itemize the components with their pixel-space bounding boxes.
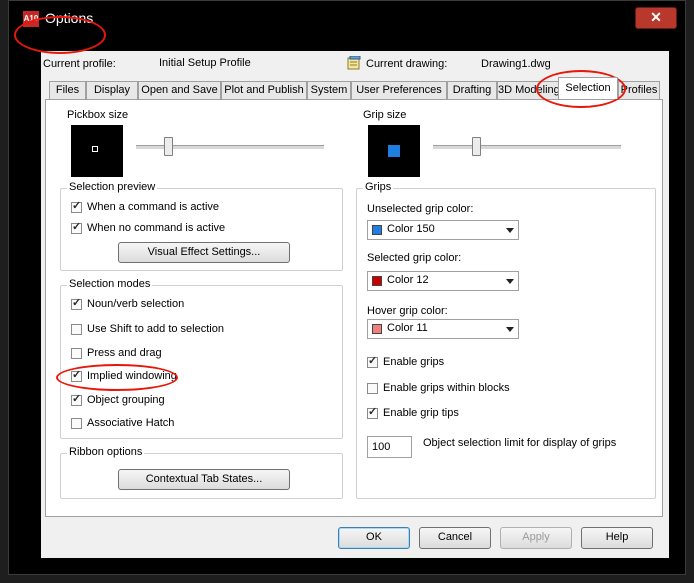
use-shift-checkbox[interactable] — [71, 323, 82, 335]
when-command-active-option[interactable]: When a command is active — [71, 199, 219, 215]
grip-limit-input[interactable]: 100 — [367, 436, 412, 458]
color-150-swatch — [372, 225, 382, 235]
pickbox-slider-thumb[interactable] — [164, 137, 173, 156]
enable-grip-tips-label: Enable grip tips — [383, 407, 459, 419]
when-command-active-label: When a command is active — [87, 201, 220, 213]
associative-hatch-label: Associative Hatch — [87, 417, 175, 429]
selection-preview-group: Selection preview When a command is acti… — [60, 181, 343, 271]
unselected-grip-color-label: Unselected grip color: — [367, 203, 474, 215]
hover-grip-color-label: Hover grip color: — [367, 305, 448, 317]
dialog-client-area: Current profile: Initial Setup Profile C… — [41, 51, 669, 558]
selected-grip-color-dropdown[interactable]: Color 12 — [367, 271, 519, 291]
when-command-active-checkbox[interactable] — [71, 199, 82, 213]
drawing-file-icon — [347, 56, 361, 70]
tab-open-and-save[interactable]: Open and Save — [138, 81, 221, 99]
grip-size-label: Grip size — [363, 109, 407, 121]
selected-grip-color-value: Color 12 — [387, 274, 429, 286]
color-12-swatch — [372, 276, 382, 286]
associative-hatch-checkbox[interactable] — [71, 417, 82, 429]
enable-grips-within-blocks-option[interactable]: Enable grips within blocks — [367, 380, 510, 396]
options-window: A10 Options ✕ Current profile: Initial S… — [8, 0, 686, 575]
selection-preview-title: Selection preview — [67, 181, 158, 193]
tab-plot-and-publish[interactable]: Plot and Publish — [221, 81, 307, 99]
grips-group: Grips Unselected grip color: Color 150 S… — [356, 181, 656, 499]
implied-windowing-checkbox[interactable] — [71, 368, 82, 382]
hover-grip-color-value: Color 11 — [387, 322, 428, 334]
chevron-down-icon — [506, 279, 514, 284]
window-title: Options — [45, 10, 94, 26]
enable-grips-label: Enable grips — [383, 356, 445, 368]
visual-effect-settings-button[interactable]: Visual Effect Settings... — [118, 242, 290, 263]
associative-hatch-option[interactable]: Associative Hatch — [71, 415, 174, 431]
selection-modes-title: Selection modes — [67, 278, 153, 290]
ok-button[interactable]: OK — [338, 527, 410, 549]
object-grouping-option[interactable]: Object grouping — [71, 392, 165, 408]
unselected-grip-color-value: Color 150 — [387, 223, 435, 235]
contextual-tab-states-button[interactable]: Contextual Tab States... — [118, 469, 290, 490]
enable-grips-within-blocks-checkbox[interactable] — [367, 382, 378, 394]
when-no-command-label: When no command is active — [87, 222, 226, 234]
unselected-grip-color-dropdown[interactable]: Color 150 — [367, 220, 519, 240]
chevron-down-icon — [506, 228, 514, 233]
ribbon-options-title: Ribbon options — [67, 446, 145, 458]
when-no-command-option[interactable]: When no command is active — [71, 220, 225, 236]
enable-grips-checkbox[interactable] — [367, 354, 378, 368]
noun-verb-checkbox[interactable] — [71, 296, 82, 310]
pickbox-size-label: Pickbox size — [67, 109, 129, 121]
implied-windowing-option[interactable]: Implied windowing — [71, 368, 177, 384]
help-button[interactable]: Help — [581, 527, 653, 549]
selection-modes-group: Selection modes Noun/verb selection Use … — [60, 278, 343, 439]
cancel-button[interactable]: Cancel — [419, 527, 491, 549]
noun-verb-label: Noun/verb selection — [87, 298, 185, 310]
hover-grip-color-dropdown[interactable]: Color 11 — [367, 319, 519, 339]
current-drawing-value: Drawing1.dwg — [481, 58, 551, 70]
current-drawing-label: Current drawing: — [366, 58, 448, 70]
grips-title: Grips — [363, 181, 394, 193]
object-grouping-checkbox[interactable] — [71, 392, 82, 406]
close-button[interactable]: ✕ — [635, 7, 677, 29]
noun-verb-option[interactable]: Noun/verb selection — [71, 296, 184, 312]
tab-system[interactable]: System — [307, 81, 351, 99]
color-11-swatch — [372, 324, 382, 334]
chevron-down-icon — [506, 327, 514, 332]
pickbox-square-icon — [92, 146, 98, 152]
tab-profiles[interactable]: Profiles — [618, 81, 660, 99]
tab-display[interactable]: Display — [86, 81, 138, 99]
enable-grips-within-blocks-label: Enable grips within blocks — [383, 382, 510, 394]
implied-windowing-label: Implied windowing — [87, 370, 177, 382]
enable-grip-tips-checkbox[interactable] — [367, 405, 378, 419]
tab-user-preferences[interactable]: User Preferences — [351, 81, 447, 99]
tab-selection[interactable]: Selection — [558, 77, 618, 99]
enable-grip-tips-option[interactable]: Enable grip tips — [367, 405, 459, 421]
use-shift-option[interactable]: Use Shift to add to selection — [71, 321, 224, 337]
tab-files[interactable]: Files — [49, 81, 86, 99]
current-profile-value: Initial Setup Profile — [159, 57, 251, 69]
grip-square-icon — [388, 145, 400, 157]
use-shift-label: Use Shift to add to selection — [87, 323, 224, 335]
press-drag-option[interactable]: Press and drag — [71, 345, 162, 361]
grip-limit-label: Object selection limit for display of gr… — [423, 437, 617, 449]
current-profile-label: Current profile: — [43, 58, 116, 70]
ribbon-options-group: Ribbon options Contextual Tab States... — [60, 446, 343, 499]
tab-3d-modeling[interactable]: 3D Modeling — [497, 81, 560, 99]
grip-size-preview — [368, 125, 420, 177]
autocad-app-icon: A10 — [23, 11, 39, 27]
when-no-command-checkbox[interactable] — [71, 220, 82, 234]
grip-size-slider-track[interactable] — [433, 145, 621, 150]
enable-grips-option[interactable]: Enable grips — [367, 354, 444, 370]
pickbox-preview — [71, 125, 123, 177]
tab-drafting[interactable]: Drafting — [447, 81, 497, 99]
press-drag-checkbox[interactable] — [71, 347, 82, 359]
object-grouping-label: Object grouping — [87, 394, 165, 406]
grip-size-slider-thumb[interactable] — [472, 137, 481, 156]
selected-grip-color-label: Selected grip color: — [367, 252, 462, 264]
apply-button[interactable]: Apply — [500, 527, 572, 549]
title-bar[interactable]: A10 Options ✕ — [9, 1, 685, 35]
press-drag-label: Press and drag — [87, 347, 162, 359]
selection-tab-panel: Pickbox size Grip size Selection preview… — [45, 99, 663, 517]
